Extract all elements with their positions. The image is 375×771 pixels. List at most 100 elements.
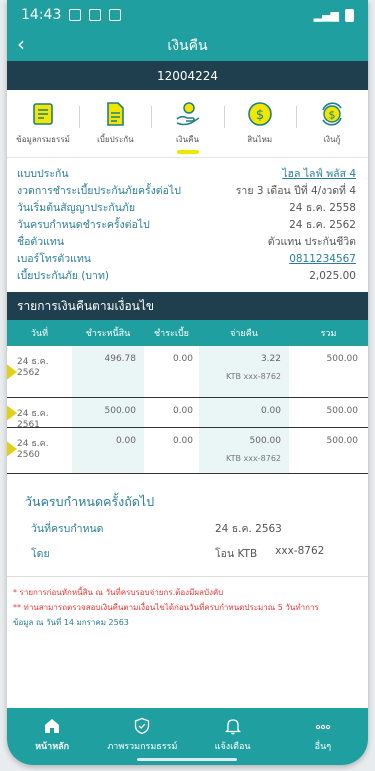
- tab-refund[interactable]: เงินคืน: [151, 90, 223, 157]
- detail-row: งวดการชำระเบี้ยประกันภัยครั้งต่อไป ราย 3…: [17, 183, 356, 200]
- section-title-text: รายการเงินคืนตามเงื่อนไข: [17, 298, 155, 313]
- nav-more[interactable]: อื่นๆ: [278, 708, 368, 765]
- bell-icon: [224, 719, 241, 735]
- detail-row: วันครบกำหนดชำระครั้งต่อไป 24 ธ.ค. 2562: [17, 217, 356, 234]
- detail-row: เบี้ยประกันภัย (บาท) 2,025.00: [17, 268, 356, 285]
- tab-claim[interactable]: $ สินไหม: [223, 90, 296, 157]
- note-text: * รายการก่อนหักหนี้สิน ณ วันที่ครบรอบจ่า…: [13, 588, 224, 597]
- home-indicator: [137, 758, 237, 761]
- detail-value: ราย 3 เดือน ปีที่ 4/งวดที่ 4: [235, 185, 356, 197]
- claim-dollar-icon: $: [247, 102, 272, 126]
- detail-label: วันเริ่มต้นสัญญาประกันภัย: [17, 202, 135, 214]
- tab-bar: ข้อมูลกรมธรรม์ เบี้ยประกัน เงินคืน $ สิน…: [7, 90, 368, 158]
- tab-loan[interactable]: $ เงินกู้: [295, 90, 368, 157]
- policy-number: 12004224: [156, 68, 219, 83]
- svg-text:$: $: [328, 109, 335, 122]
- svg-text:$: $: [256, 108, 264, 123]
- signal-icon: ▂▄▆: [313, 8, 339, 22]
- nav-label: ภาพรวมกรมธรรม์: [107, 742, 178, 752]
- pointer-arrow: [7, 431, 17, 467]
- nav-label: หน้าหลัก: [35, 742, 70, 752]
- next-due-section: วันครบกำหนดครั้งถัดไป วันที่ครบกำหนด 24 …: [7, 474, 368, 562]
- row-bank: KTB xxx-8762: [226, 454, 281, 463]
- nav-label: อื่นๆ: [314, 742, 332, 752]
- notes-section: * รายการก่อนหักหนี้สิน ณ วันที่ครบรอบจ่า…: [7, 576, 368, 630]
- status-bar: 14:43 ▂▄▆: [7, 0, 368, 30]
- tab-label: เบี้ยประกัน: [97, 135, 134, 144]
- table-row: 24 ธ.ค. 2561 500.00 0.00 0.00 500.00: [7, 395, 368, 431]
- refund-icon: [176, 102, 199, 126]
- detail-value: 24 ธ.ค. 2562: [289, 219, 356, 231]
- tab-label: สินไหม: [247, 135, 273, 144]
- row-debt: 500.00: [72, 398, 144, 427]
- row-bank: KTB xxx-8762: [226, 372, 281, 381]
- policy-details: แบบประกัน ไฮล ไลฟ์ พลัส 4 งวดการชำระเบี้…: [7, 158, 368, 285]
- payment-method-row: โดย โอน KTB xxx-8762: [25, 545, 352, 562]
- table-row: 24 ธ.ค. 2560 0.00 0.00 500.00 KTB xxx-87…: [7, 428, 368, 474]
- detail-label: แบบประกัน: [17, 168, 69, 180]
- due-date-row: วันที่ครบกำหนด 24 ธ.ค. 2563: [25, 520, 352, 537]
- message-icon: [109, 9, 122, 21]
- payment-account: xxx-8762: [275, 545, 325, 557]
- detail-row: ชื่อตัวแทน ตัวแทน ประกันชีวิต: [17, 234, 356, 251]
- tab-label: เงินกู้: [323, 135, 341, 144]
- next-due-title: วันครบกำหนดครั้งถัดไป: [25, 494, 155, 509]
- policy-number-bar: 12004224: [7, 61, 368, 90]
- column-header: รวม: [320, 329, 337, 339]
- agent-phone-link[interactable]: 0811234567: [289, 251, 356, 268]
- loan-dollar-icon: $: [322, 102, 342, 126]
- detail-label: ชื่อตัวแทน: [17, 236, 65, 248]
- nav-notifications[interactable]: แจ้งเตือน: [188, 708, 278, 765]
- row-total: 500.00: [326, 436, 359, 446]
- tab-label: เงินคืน: [176, 135, 199, 144]
- tab-premium[interactable]: เบี้ยประกัน: [79, 90, 151, 157]
- pointer-arrow: [7, 354, 17, 390]
- note-text: ** ท่านสามารถตรวจสอบเงินคืนตามเงื่อนไขได…: [13, 603, 319, 612]
- due-date-value: 24 ธ.ค. 2563: [215, 523, 282, 535]
- row-paid: 500.00: [249, 436, 282, 446]
- more-icon: [315, 724, 331, 730]
- row-paid-cell: 3.22 KTB xxx-8762: [199, 346, 289, 397]
- detail-row: วันเริ่มต้นสัญญาประกันภัย 24 ธ.ค. 2558: [17, 200, 356, 217]
- column-header: จ่ายคืน: [230, 329, 258, 339]
- battery-icon: [345, 8, 354, 22]
- row-debt: 0.00: [72, 428, 144, 473]
- home-icon: [45, 719, 60, 733]
- refund-section-title: รายการเงินคืนตามเงื่อนไข: [7, 292, 368, 320]
- detail-label: งวดการชำระเบี้ยประกันภัยครั้งต่อไป: [17, 185, 181, 197]
- shield-check-icon: [135, 717, 150, 735]
- column-header: วันที่: [30, 329, 49, 339]
- detail-row: แบบประกัน ไฮล ไลฟ์ พลัส 4: [17, 166, 356, 183]
- notification-icon: [69, 9, 82, 21]
- bottom-nav: หน้าหลัก ภาพรวมกรมธรรม์ แจ้งเตือน อื่นๆ: [7, 708, 368, 765]
- due-date-label: วันที่ครบกำหนด: [31, 523, 104, 535]
- plan-link[interactable]: ไฮล ไลฟ์ พลัส 4: [282, 166, 356, 183]
- page-title: เงินคืน: [167, 37, 208, 54]
- phone-screen: 14:43 ▂▄▆ ‹ เงินคืน 12004224 ข้อมูลกรมธร…: [7, 0, 368, 765]
- refund-table-header: วันที่ ชำระหนี้สิน ชำระเบี้ย จ่ายคืน รวม: [7, 320, 368, 346]
- detail-row: เบอร์โทรตัวแทน 0811234567: [17, 251, 356, 268]
- tab-policy-info[interactable]: ข้อมูลกรมธรรม์: [7, 90, 79, 157]
- back-icon[interactable]: ‹: [17, 34, 25, 54]
- status-time: 14:43: [21, 7, 62, 23]
- detail-label: เบอร์โทรตัวแทน: [17, 253, 91, 265]
- row-paid: 3.22: [260, 354, 281, 364]
- row-premium: 0.00: [172, 354, 193, 364]
- row-paid: 0.00: [199, 398, 289, 427]
- detail-label: เบี้ยประกันภัย (บาท): [17, 270, 109, 282]
- gallery-icon: [89, 9, 102, 21]
- nav-home[interactable]: หน้าหลัก: [7, 708, 97, 765]
- tab-label: ข้อมูลกรมธรรม์: [16, 135, 70, 144]
- column-header: ชำระหนี้สิน: [85, 329, 131, 339]
- detail-value: 24 ธ.ค. 2558: [289, 202, 356, 214]
- row-premium: 0.00: [172, 436, 193, 446]
- pointer-arrow: [7, 395, 17, 431]
- payment-method-label: โดย: [31, 548, 50, 560]
- document-icon: [33, 103, 53, 125]
- payment-method: โอน KTB: [215, 548, 258, 560]
- nav-policy-overview[interactable]: ภาพรวมกรมธรรม์: [97, 708, 187, 765]
- row-premium: 0.00: [172, 406, 193, 416]
- app-bar: ‹ เงินคืน: [7, 30, 368, 61]
- detail-label: วันครบกำหนดชำระครั้งต่อไป: [17, 219, 150, 231]
- row-total: 500.00: [326, 354, 359, 364]
